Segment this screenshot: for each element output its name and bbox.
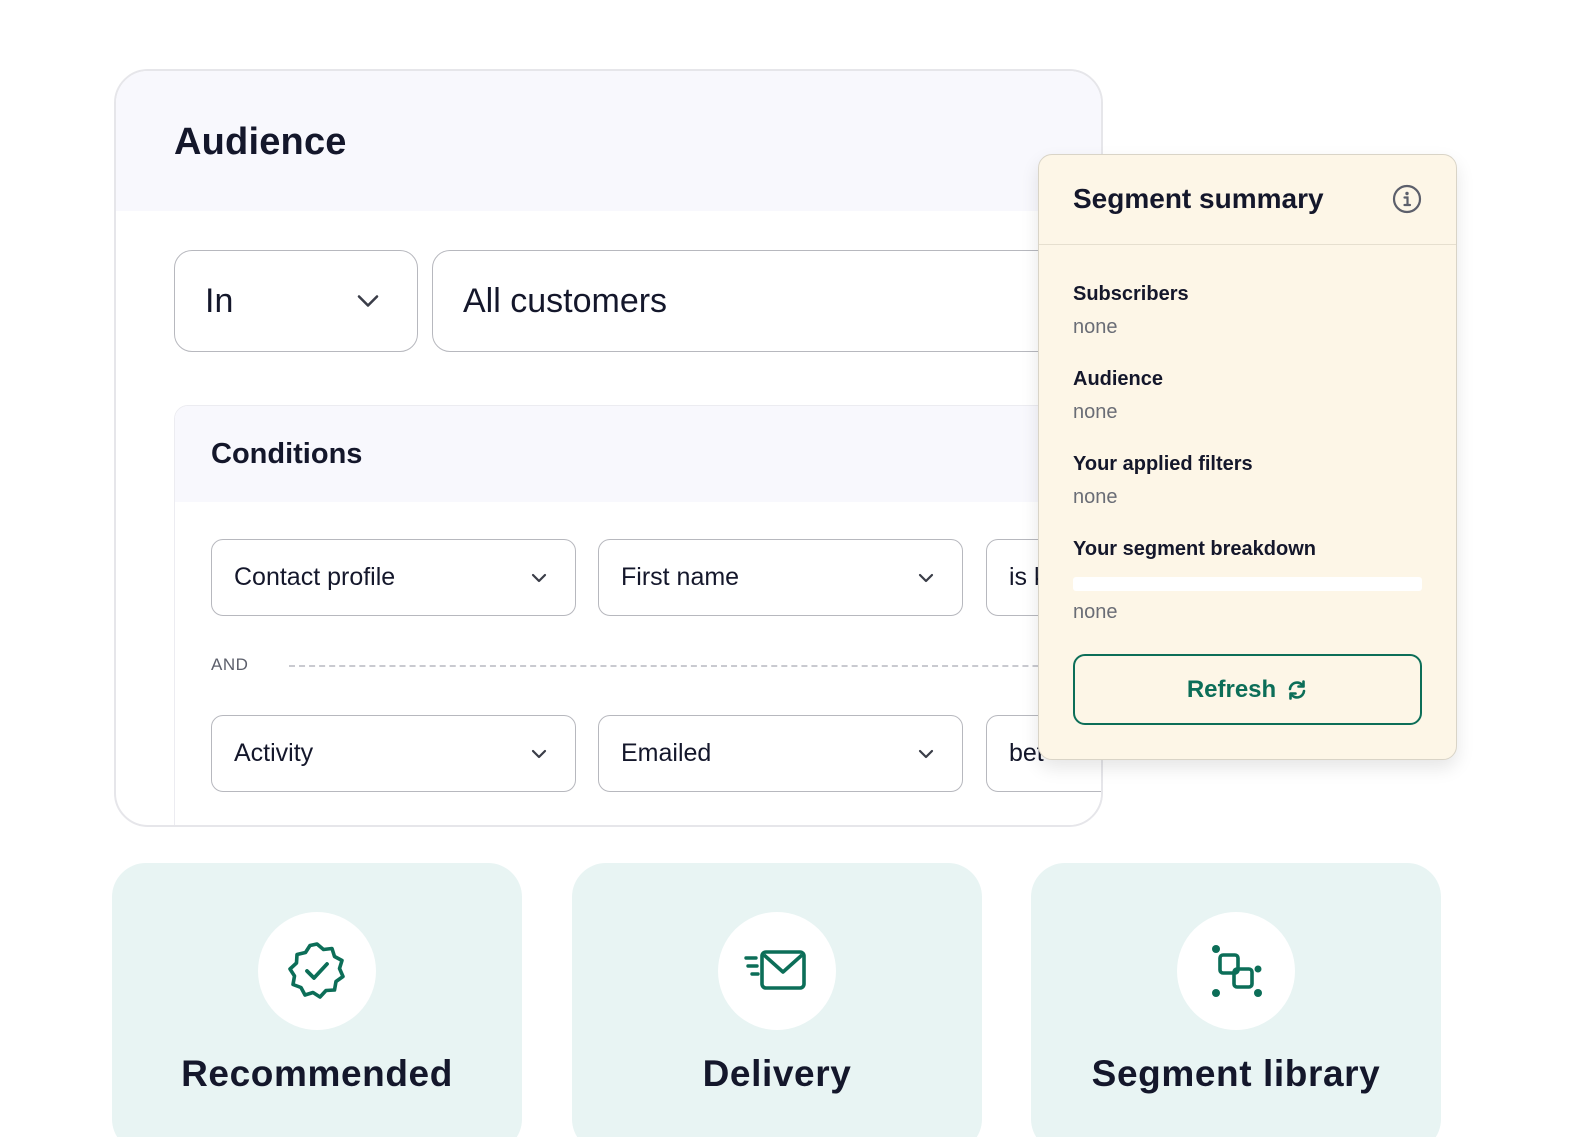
summary-value: none	[1073, 601, 1118, 623]
audience-header: Audience	[116, 71, 1101, 211]
summary-label: Your segment breakdown	[1073, 538, 1317, 560]
chevron-down-icon	[918, 749, 934, 758]
chevron-down-icon	[531, 749, 547, 758]
feature-title: Segment library	[1091, 1053, 1381, 1094]
segment-summary-panel: Segment summary Subscribers none Audienc…	[1038, 154, 1457, 760]
summary-filters: Your applied filters none	[1073, 453, 1422, 538]
conditions-panel: Conditions Contact profile First name is…	[174, 405, 1101, 825]
verified-badge-icon	[288, 942, 345, 999]
in-select-value: In	[205, 281, 234, 320]
summary-value: none	[1073, 486, 1118, 508]
info-icon[interactable]	[1392, 184, 1422, 214]
audience-title: Audience	[174, 121, 347, 163]
feature-icon-circle	[718, 912, 836, 1030]
segment-breakdown-bar	[1073, 577, 1422, 591]
condition-field-select[interactable]: Activity	[211, 715, 576, 792]
audience-scope-value: All customers	[463, 281, 668, 320]
audience-card: Audience In All customers Conditions Con…	[114, 69, 1103, 827]
feature-card-recommended[interactable]: Recommended	[112, 863, 522, 1137]
chevron-down-icon	[918, 573, 934, 582]
feature-icon-circle	[258, 912, 376, 1030]
segment-summary-body: Subscribers none Audience none Your appl…	[1039, 245, 1456, 624]
in-select[interactable]: In	[174, 250, 418, 352]
condition-attribute-value: First name	[621, 563, 740, 591]
stage: Audience In All customers Conditions Con…	[0, 0, 1590, 1137]
feature-title: Delivery	[702, 1053, 852, 1094]
condition-attribute-select[interactable]: First name	[598, 539, 963, 616]
summary-label: Subscribers	[1073, 283, 1189, 305]
summary-value: none	[1073, 401, 1118, 423]
summary-value: none	[1073, 316, 1118, 338]
and-divider	[289, 665, 1101, 667]
refresh-button[interactable]: Refresh	[1073, 654, 1422, 725]
conditions-header: Conditions	[175, 406, 1101, 502]
feature-card-segment-library[interactable]: Segment library	[1031, 863, 1441, 1137]
condition-field-value: Contact profile	[234, 563, 396, 591]
feature-card-delivery[interactable]: Delivery	[572, 863, 982, 1137]
condition-field-select[interactable]: Contact profile	[211, 539, 576, 616]
chevron-down-icon	[357, 295, 379, 307]
segment-nodes-icon	[1212, 945, 1262, 997]
refresh-label: Refresh	[1186, 675, 1277, 703]
segment-summary-title: Segment summary	[1073, 183, 1324, 214]
summary-label: Audience	[1073, 368, 1164, 390]
chevron-down-icon	[531, 573, 547, 582]
segment-summary-header: Segment summary	[1039, 155, 1456, 245]
conditions-title: Conditions	[211, 438, 363, 470]
and-joiner-label: AND	[211, 655, 249, 674]
summary-label: Your applied filters	[1073, 453, 1253, 475]
fast-mail-icon	[744, 950, 806, 990]
condition-attribute-value: Emailed	[621, 739, 712, 767]
summary-audience: Audience none	[1073, 368, 1422, 453]
feature-icon-circle	[1177, 912, 1295, 1030]
feature-title: Recommended	[181, 1053, 453, 1094]
summary-subscribers: Subscribers none	[1073, 283, 1422, 368]
summary-breakdown: Your segment breakdown none	[1073, 538, 1422, 624]
condition-field-value: Activity	[234, 739, 314, 767]
audience-scope-select[interactable]: All customers	[432, 250, 1101, 352]
condition-attribute-select[interactable]: Emailed	[598, 715, 963, 792]
refresh-icon	[1288, 679, 1306, 700]
